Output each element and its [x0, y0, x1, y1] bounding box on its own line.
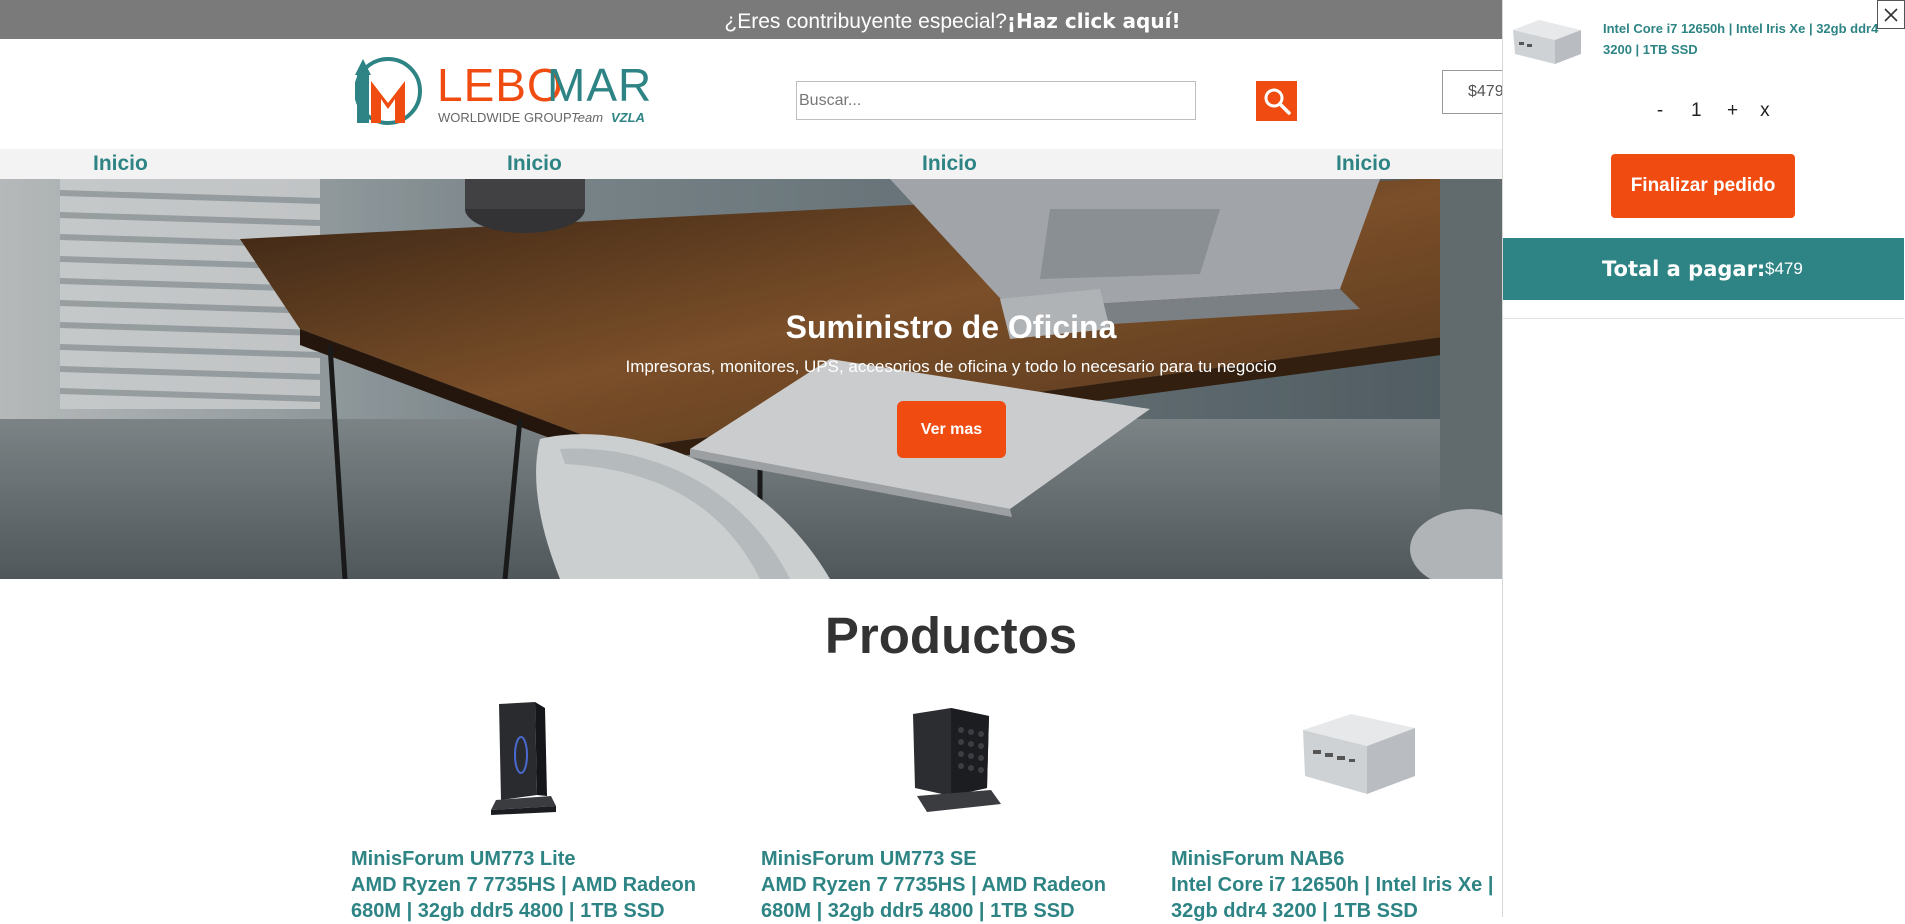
logo-tagline: WORLDWIDE GROUP · — [438, 110, 579, 125]
product-name[interactable]: MinisForum NAB6 — [1171, 846, 1541, 872]
cart-panel: Intel Core i7 12650h | Intel Iris Xe | 3… — [1502, 0, 1905, 917]
nav-item-inicio-3[interactable]: Inicio — [922, 149, 977, 179]
product-name[interactable]: MinisForum UM773 SE — [761, 846, 1131, 872]
product-card-3[interactable]: MinisForum NAB6 Intel Core i7 12650h | I… — [1171, 700, 1541, 924]
nav-bar: Inicio Inicio Inicio Inicio — [0, 149, 1502, 179]
logo-tagline-2: Team — [571, 110, 603, 125]
nav-item-inicio-1[interactable]: Inicio — [93, 149, 148, 179]
product-description: AMD Ryzen 7 7735HS | AMD Radeon 680M | 3… — [351, 874, 696, 922]
promo-question: ¿Eres contribuyente especial? — [724, 10, 1007, 33]
hero-banner: Suministro de Oficina Impresoras, monito… — [0, 179, 1502, 579]
mini-pc-image — [491, 702, 556, 815]
product-name[interactable]: MinisForum UM773 Lite — [351, 846, 721, 872]
product-image[interactable] — [761, 700, 1131, 815]
product-card-1[interactable]: MinisForum UM773 Lite AMD Ryzen 7 7735HS… — [351, 700, 721, 924]
hero-background-image — [0, 179, 1502, 579]
search-button[interactable] — [1256, 81, 1297, 121]
logo-tagline-3: VZLA — [611, 110, 645, 125]
decrease-quantity-button[interactable]: - — [1648, 100, 1672, 122]
logo-wordmark: LEBO — [437, 59, 564, 111]
finalize-order-button[interactable]: Finalizar pedido — [1611, 154, 1795, 218]
total-value: $479 — [1765, 259, 1803, 278]
total-label: Total a pagar: — [1602, 257, 1766, 281]
product-description: Intel Core i7 12650h | Intel Iris Xe | 3… — [1171, 874, 1494, 922]
total-bar: Total a pagar: $479 — [1503, 238, 1904, 300]
search-input[interactable]: Buscar... — [796, 81, 1196, 120]
product-description: AMD Ryzen 7 7735HS | AMD Radeon 680M | 3… — [761, 874, 1106, 922]
remove-item-button[interactable]: x — [1750, 100, 1780, 122]
logo[interactable]: LEBO MAR WORLDWIDE GROUP · Team VZLA — [354, 55, 655, 131]
search-placeholder: Buscar... — [799, 92, 862, 109]
search-icon — [1264, 88, 1291, 115]
hero-subtitle: Impresoras, monitores, UPS, accesorios d… — [625, 357, 1277, 376]
nav-item-inicio-2[interactable]: Inicio — [507, 149, 562, 179]
product-card-2[interactable]: MinisForum UM773 SE AMD Ryzen 7 7735HS |… — [761, 700, 1131, 924]
quantity-value: 1 — [1690, 100, 1702, 121]
hero-title: Suministro de Oficina — [785, 309, 1117, 345]
product-image[interactable] — [351, 700, 721, 815]
logo-wordmark-2: MAR — [547, 59, 652, 111]
increase-quantity-button[interactable]: + — [1721, 100, 1745, 122]
nav-item-inicio-4[interactable]: Inicio — [1336, 149, 1391, 179]
cart-item-title: Intel Core i7 12650h | Intel Iris Xe | 3… — [1603, 21, 1879, 57]
header-cart-total: $479 — [1468, 83, 1504, 100]
mini-pc-image — [913, 708, 1001, 812]
cart-item-thumbnail — [1513, 20, 1581, 64]
mini-pc-image — [1303, 714, 1415, 794]
ver-mas-button[interactable]: Ver mas — [897, 401, 1006, 458]
product-image[interactable] — [1171, 700, 1541, 815]
quantity-stepper: - 1 + x — [1648, 100, 1780, 122]
cart-divider — [1503, 318, 1904, 319]
promo-link[interactable]: ¡Haz click aquí! — [1007, 9, 1181, 33]
logo-mark-icon: LEBO MAR WORLDWIDE GROUP · Team VZLA — [354, 57, 652, 125]
